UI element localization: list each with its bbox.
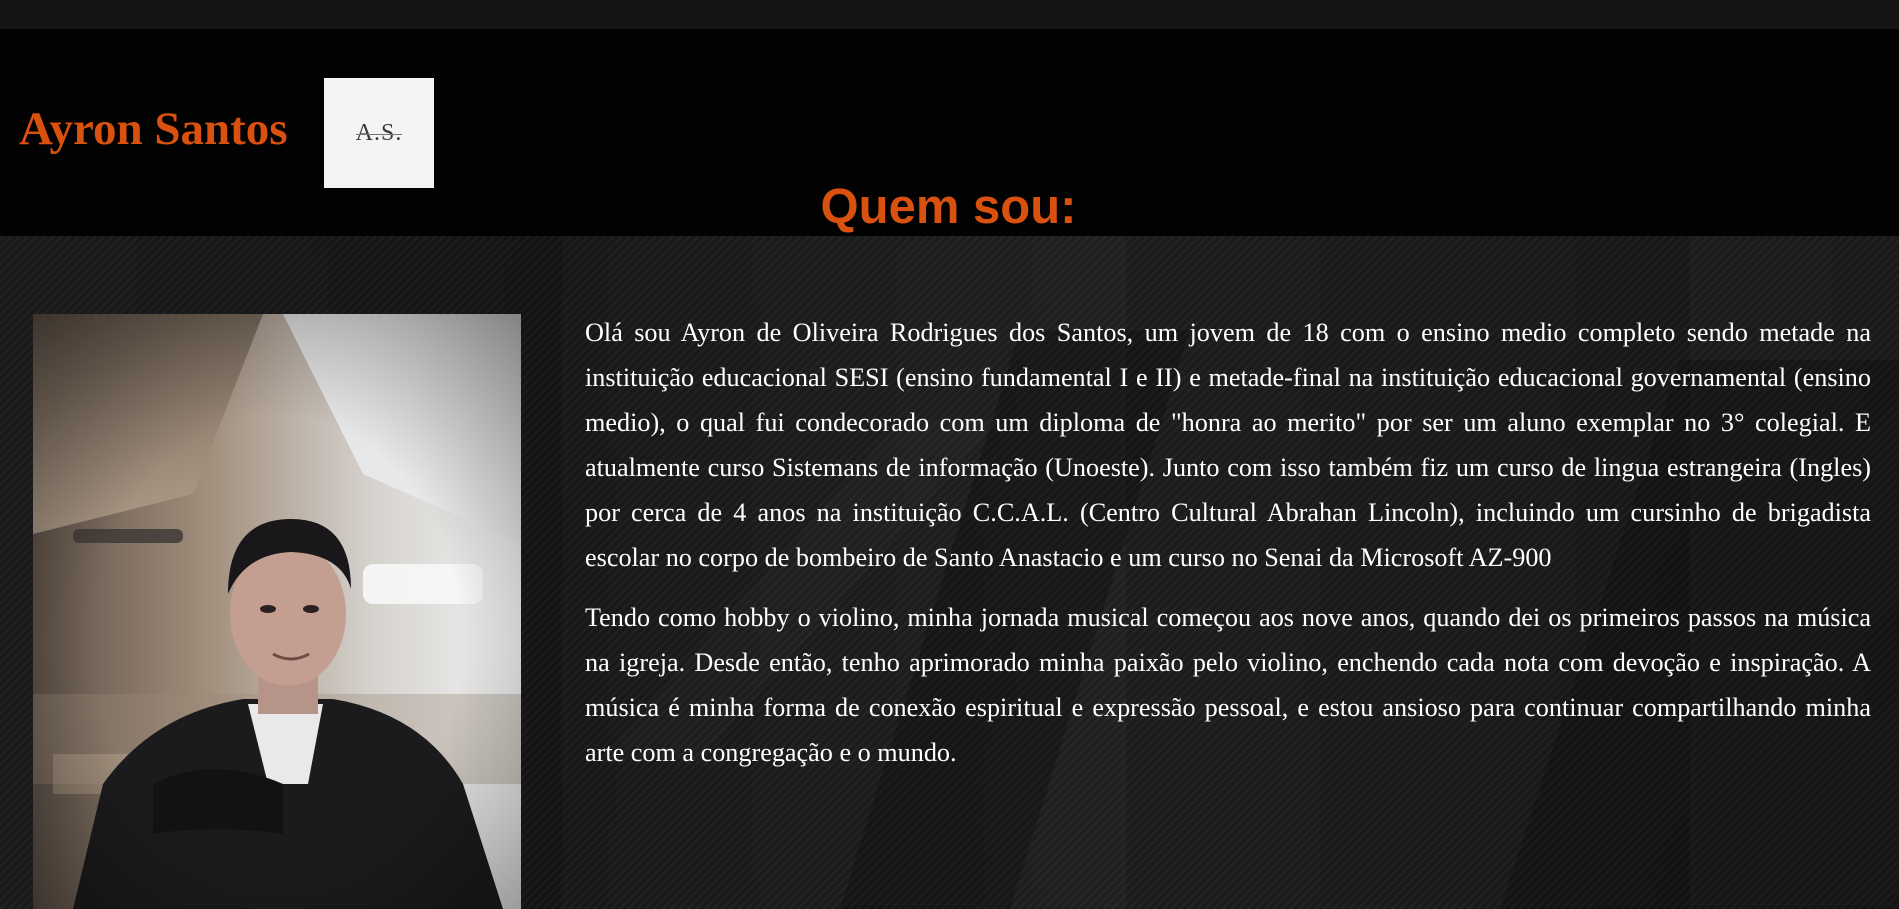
section-heading: Quem sou: — [0, 178, 1899, 236]
bio-text: Olá sou Ayron de Oliveira Rodrigues dos … — [585, 310, 1871, 790]
bio-paragraph-education: Olá sou Ayron de Oliveira Rodrigues dos … — [585, 318, 1871, 572]
profile-photo-illustration — [33, 314, 521, 909]
profile-photo — [33, 314, 521, 909]
logo-monogram: A.S. — [355, 119, 403, 146]
top-strip — [0, 0, 1899, 29]
site-title[interactable]: Ayron Santos — [19, 99, 288, 159]
site-logo[interactable]: A.S. — [324, 78, 434, 188]
bio-paragraph-hobby: Tendo como hobby o violino, minha jornad… — [585, 603, 1871, 767]
section-heading-text: Quem sou: — [820, 180, 1077, 234]
